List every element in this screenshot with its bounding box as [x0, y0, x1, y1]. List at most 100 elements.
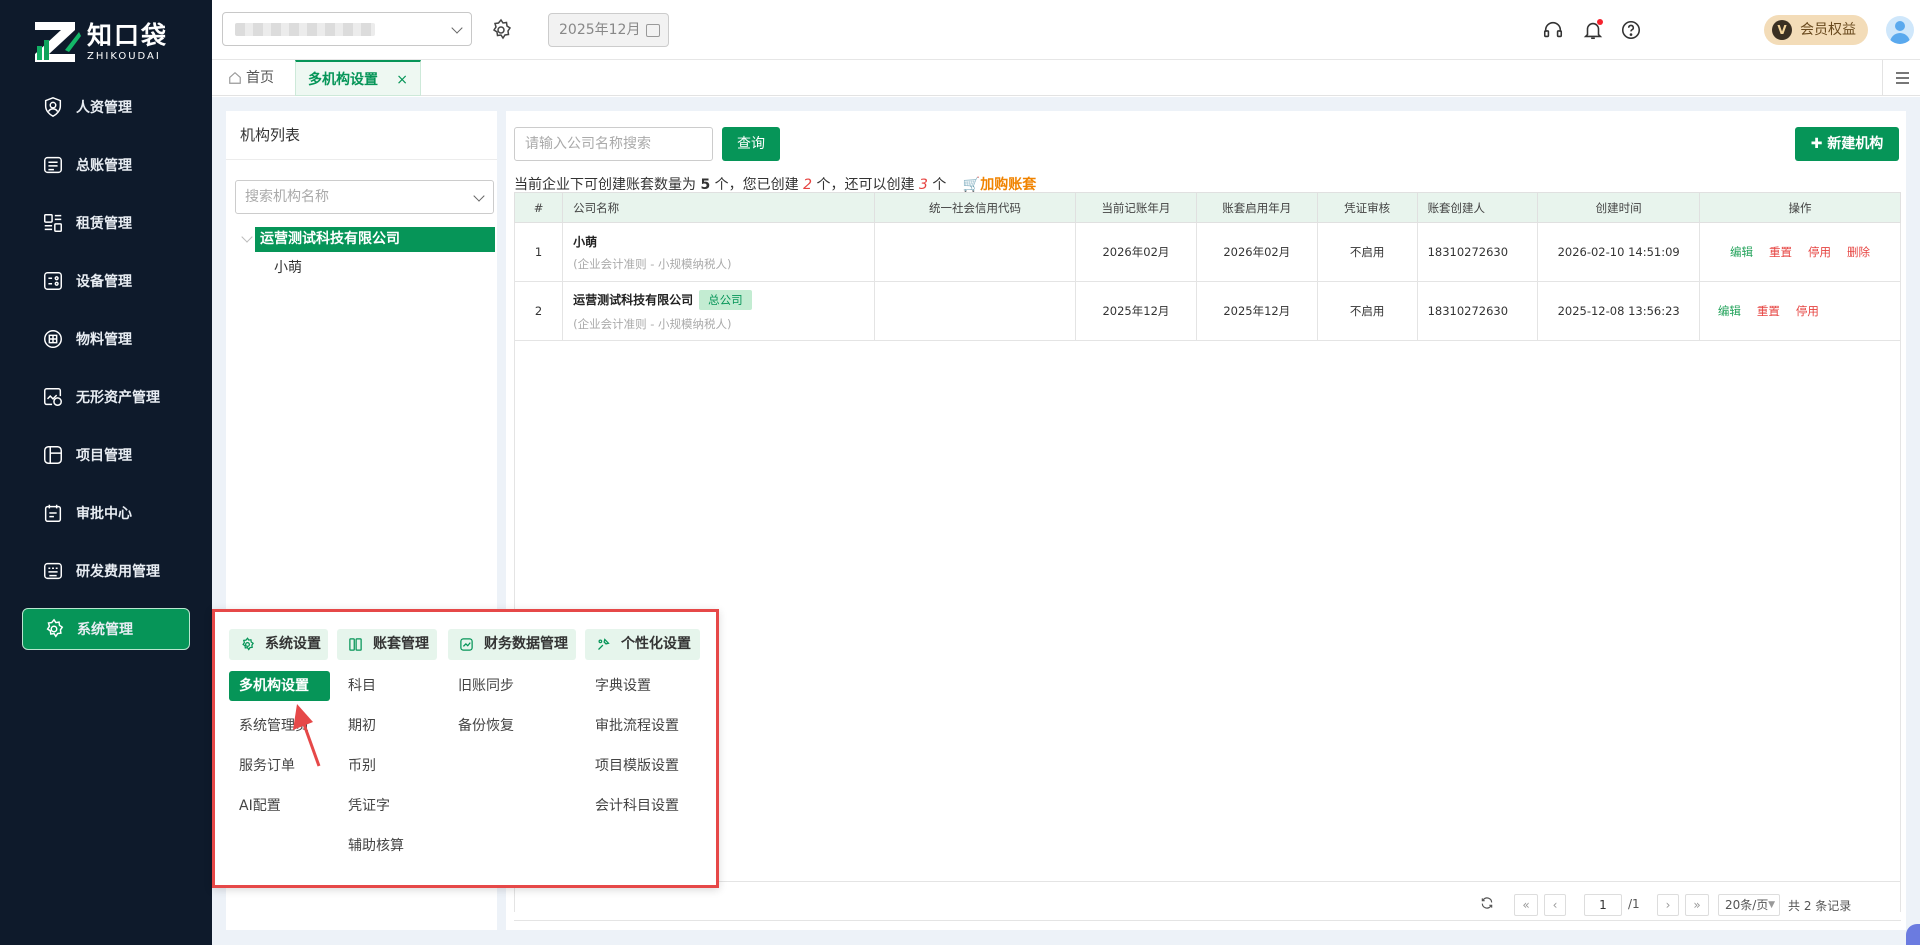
sidebar-item-label: 人资管理: [76, 100, 132, 116]
tree-node-root[interactable]: 运营测试科技有限公司: [255, 227, 495, 252]
page-input[interactable]: 1: [1584, 894, 1622, 916]
org-search-select[interactable]: 搜索机构名称: [235, 180, 494, 214]
sidebar-item-lease[interactable]: 租赁管理: [22, 202, 190, 244]
period-picker[interactable]: 2025年12月: [548, 13, 669, 47]
current-period: 2026年02月: [1075, 222, 1197, 282]
created-time: 2026-02-10 14:51:09: [1537, 222, 1700, 282]
company-cell: 小萌 (企业会计准则 - 小规模纳税人): [562, 222, 876, 282]
tab-home[interactable]: 首页: [216, 60, 296, 96]
col-header: 创建时间: [1537, 192, 1700, 223]
tab-multi-org[interactable]: 多机构设置 ×: [295, 60, 421, 96]
table-row: 1 小萌 (企业会计准则 - 小规模纳税人) 2026年02月 2026年02月…: [513, 222, 1902, 282]
delete-button[interactable]: 删除: [1847, 245, 1870, 259]
menu-item-currency[interactable]: 币别: [348, 751, 376, 781]
company-name: 小萌: [573, 234, 598, 249]
voucher-audit: 不启用: [1316, 281, 1418, 341]
edit-button[interactable]: 编辑: [1718, 304, 1741, 318]
tree-node-child[interactable]: 小萌: [274, 257, 302, 277]
header-actions: V 会员权益: [1500, 0, 1920, 60]
disable-button[interactable]: 停用: [1796, 304, 1819, 318]
home-icon: [229, 71, 241, 84]
close-icon[interactable]: ×: [396, 62, 408, 98]
menu-section-title: 系统设置: [265, 636, 321, 652]
menu-item-dictionary[interactable]: 字典设置: [595, 671, 651, 701]
sidebar-item-intangible[interactable]: 无形资产管理: [22, 376, 190, 418]
headset-icon[interactable]: [1542, 19, 1564, 41]
last-page-button[interactable]: »: [1685, 894, 1709, 916]
reset-button[interactable]: 重置: [1769, 245, 1792, 259]
plus-icon: ✚: [1810, 136, 1828, 152]
company-standard: (企业会计准则 - 小规模纳税人): [573, 317, 732, 331]
buy-accounts-link[interactable]: 🛒加购账套: [963, 177, 1036, 193]
menu-item-voucher-word[interactable]: 凭证字: [348, 791, 390, 821]
gear-icon: [46, 618, 64, 638]
notification-bell[interactable]: [1582, 19, 1604, 41]
quota-notice: 当前企业下可创建账套数量为 5 个，您已创建 2 个，还可以创建 3 个 🛒加购…: [514, 174, 1036, 194]
menu-item-ai-config[interactable]: AI配置: [239, 791, 281, 821]
tab-list-menu[interactable]: [1882, 60, 1920, 96]
menu-section-finance-data: 财务数据管理: [448, 629, 576, 660]
table-border: [1900, 282, 1901, 912]
sidebar-item-approval[interactable]: 审批中心: [22, 492, 190, 534]
member-benefits-button[interactable]: V 会员权益: [1764, 15, 1868, 45]
next-page-button[interactable]: ›: [1657, 894, 1679, 916]
menu-item-project-template[interactable]: 项目模版设置: [595, 751, 679, 781]
new-org-button[interactable]: ✚ 新建机构: [1795, 127, 1899, 161]
sidebar-item-label: 物料管理: [76, 332, 132, 348]
page-size-select[interactable]: 20条/页 ▼: [1718, 894, 1780, 916]
company-search-input[interactable]: 请输入公司名称搜索: [514, 127, 713, 161]
sidebar-item-system[interactable]: 系统管理: [22, 608, 190, 650]
start-period: 2025年12月: [1195, 281, 1318, 341]
pointer-arrow-icon: [293, 704, 321, 767]
period-value: 2025年12月: [559, 22, 641, 38]
material-box-icon: [44, 330, 62, 348]
sidebar-item-hr[interactable]: 人资管理: [22, 86, 190, 128]
menu-item-account-subject[interactable]: 会计科目设置: [595, 791, 679, 821]
menu-item-subjects[interactable]: 科目: [348, 671, 376, 701]
notice-prefix: 当前企业下可创建账套数量为: [514, 177, 696, 193]
zhikoudai-logo-icon: [35, 22, 81, 62]
sidebar-item-rnd[interactable]: 研发费用管理: [22, 550, 190, 592]
disable-button[interactable]: 停用: [1808, 245, 1831, 259]
start-period: 2026年02月: [1195, 222, 1318, 282]
help-icon[interactable]: [1620, 19, 1642, 41]
member-benefits-label: 会员权益: [1800, 22, 1856, 38]
menu-section-title: 个性化设置: [621, 636, 691, 652]
chat-float-button[interactable]: [1906, 924, 1920, 945]
avatar[interactable]: [1886, 16, 1914, 44]
cart-icon: 🛒: [962, 177, 981, 193]
sidebar-item-ledger[interactable]: 总账管理: [22, 144, 190, 186]
menu-item-backup[interactable]: 备份恢复: [458, 711, 514, 741]
sidebar-item-project[interactable]: 项目管理: [22, 434, 190, 476]
sidebar-item-device[interactable]: 设备管理: [22, 260, 190, 302]
col-header: 统一社会信用代码: [874, 192, 1077, 223]
total-records: 共 2 条记录: [1788, 899, 1852, 913]
menu-item-old-sync[interactable]: 旧账同步: [458, 671, 514, 701]
menu-item-multi-org[interactable]: 多机构设置: [229, 671, 330, 701]
logo[interactable]: 知口袋 ZHIKOUDAI: [35, 22, 168, 62]
menu-item-approval-flow[interactable]: 审批流程设置: [595, 711, 679, 741]
top-header: 2025年12月 V 会员权益: [212, 0, 1920, 60]
edit-button[interactable]: 编辑: [1730, 245, 1753, 259]
reset-button[interactable]: 重置: [1757, 304, 1780, 318]
menu-item-opening[interactable]: 期初: [348, 711, 376, 741]
sidebar: 知口袋 ZHIKOUDAI 人资管理 总账管理 租赁管理 设备管理 物料管理 无…: [0, 0, 212, 945]
query-button[interactable]: 查询: [722, 127, 780, 161]
table-header-row: # 公司名称 统一社会信用代码 当前记账年月 账套启用年月 凭证审核 账套创建人…: [513, 192, 1902, 223]
caret-down-icon: ▼: [1768, 900, 1775, 910]
prev-page-button[interactable]: ‹: [1544, 894, 1566, 916]
col-header: 操作: [1698, 192, 1902, 223]
menu-item-aux-accounting[interactable]: 辅助核算: [348, 831, 404, 861]
tree-expand-icon[interactable]: [241, 231, 253, 243]
menu-section-system: 系统设置: [229, 629, 328, 660]
first-page-button[interactable]: «: [1514, 894, 1538, 916]
settings-gear-icon[interactable]: [489, 18, 513, 42]
company-select[interactable]: [222, 12, 472, 46]
sidebar-item-material[interactable]: 物料管理: [22, 318, 190, 360]
person-shield-icon: [44, 97, 62, 117]
notice-mid2: 个，还可以创建: [816, 177, 915, 193]
page-tabs: 首页 多机构设置 ×: [212, 60, 1920, 96]
refresh-icon[interactable]: [1480, 896, 1494, 910]
sidebar-item-label: 无形资产管理: [76, 390, 160, 406]
menu-item-service-order[interactable]: 服务订单: [239, 751, 295, 781]
